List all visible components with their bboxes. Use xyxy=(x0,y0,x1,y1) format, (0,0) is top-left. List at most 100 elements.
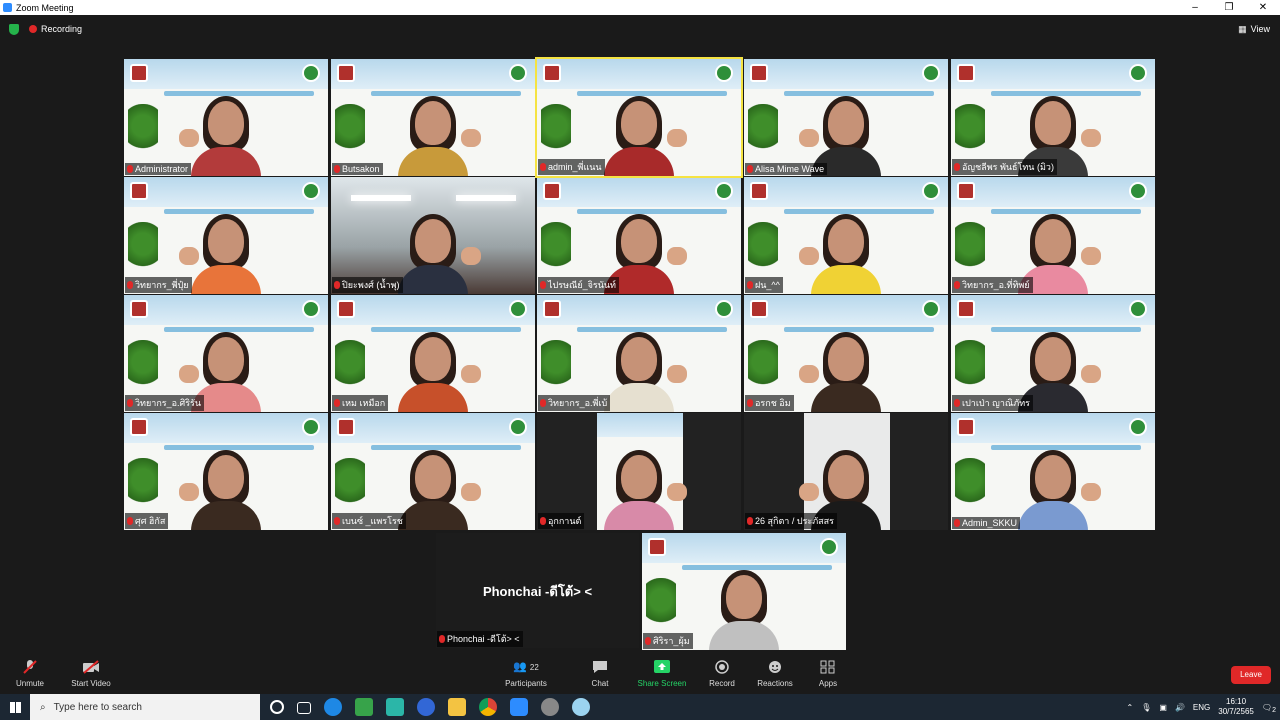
network-icon[interactable]: ▣ xyxy=(1159,703,1167,712)
minimize-button[interactable]: – xyxy=(1178,2,1212,13)
clock-date: 30/7/2565 xyxy=(1218,707,1254,716)
participant-tile[interactable]: admin_พี่แนน xyxy=(535,57,743,178)
mic-tray-icon[interactable]: 🎙 xyxy=(1141,703,1151,712)
slide-date-line xyxy=(784,209,934,214)
chrome-profile-icon[interactable] xyxy=(541,698,559,716)
mic-muted-icon xyxy=(540,163,546,171)
participants-button[interactable]: 👥 22 Participants xyxy=(491,660,561,688)
zoom-taskbar-icon[interactable] xyxy=(510,698,528,716)
participant-name: วิทยากร_อ.พี่เบ้ xyxy=(548,398,608,408)
unmute-label: Unmute xyxy=(15,679,44,688)
chat-button[interactable]: Chat xyxy=(565,660,635,688)
window-title: Zoom Meeting xyxy=(16,2,74,13)
participant-video xyxy=(398,214,468,294)
other-app-icon[interactable] xyxy=(572,698,590,716)
participant-name-tag: Butsakon xyxy=(332,163,383,175)
participant-tile[interactable]: เปาเป่า ญาณิภัทร xyxy=(951,295,1155,412)
participant-name: เปาเป่า ญาณิภัทร xyxy=(962,398,1030,408)
task-view-icon[interactable] xyxy=(297,702,311,714)
slide-header-banner xyxy=(537,295,741,325)
file-explorer-icon[interactable] xyxy=(448,698,466,716)
participant-tile[interactable]: Alisa Mime Wave xyxy=(744,59,948,176)
search-placeholder: Type here to search xyxy=(53,701,142,713)
participant-tile[interactable]: Butsakon xyxy=(331,59,535,176)
participant-name: อุกกานต์ xyxy=(548,516,582,526)
security-shield-icon[interactable] xyxy=(9,23,19,35)
participant-name: วิทยากร_อ.ศิริรัน xyxy=(135,398,202,408)
participant-name-tag: วิทยากร_อ.ที่ทิพย์ xyxy=(952,277,1033,293)
participant-tile[interactable]: อุกกานต์ xyxy=(537,413,741,530)
view-button[interactable]: ▦ View xyxy=(1238,24,1270,35)
participant-name: อรกช อิม xyxy=(755,398,791,408)
participant-name-tag: อรกช อิม xyxy=(745,395,794,411)
participant-tile[interactable]: Admin_SKKU xyxy=(951,413,1155,530)
participant-tile[interactable]: ศิริรา_ผุ้ม xyxy=(642,533,846,650)
participant-name: อัญชลีพร พันธ์โทน (มิว) xyxy=(962,162,1054,172)
heart-hand-gesture xyxy=(461,483,481,501)
participant-video xyxy=(398,450,468,530)
start-video-button[interactable]: Start Video xyxy=(56,660,126,688)
participant-tile[interactable]: ปิยะพงศ์ (น้ำพุ) xyxy=(331,177,535,294)
slide-date-line xyxy=(577,209,727,214)
participant-tile[interactable]: ศุศ ฮิกัส xyxy=(124,413,328,530)
participant-name: admin_พี่แนน xyxy=(548,162,602,172)
slide-date-line xyxy=(784,91,934,96)
heart-hand-gesture xyxy=(179,365,199,383)
participant-tile[interactable]: อรกช อิม xyxy=(744,295,948,412)
volume-icon[interactable]: 🔊 xyxy=(1175,703,1185,712)
slide-date-line xyxy=(991,91,1141,96)
plant-decoration xyxy=(541,340,571,395)
window-controls: – ❐ ✕ xyxy=(1178,2,1280,13)
camtasia-icon[interactable] xyxy=(355,698,373,716)
maximize-button[interactable]: ❐ xyxy=(1212,2,1246,13)
apps-button[interactable]: Apps xyxy=(793,660,863,688)
slide-header-banner xyxy=(124,177,328,207)
participant-tile[interactable]: เหม เหมือก xyxy=(331,295,535,412)
cortana-icon[interactable] xyxy=(270,700,284,714)
language-indicator[interactable]: ENG xyxy=(1193,703,1210,712)
app-s-icon[interactable] xyxy=(417,698,435,716)
edge-icon[interactable] xyxy=(324,698,342,716)
participant-name: Administrator xyxy=(135,164,189,174)
hospital-logo-icon xyxy=(543,64,561,82)
hospital-logo-icon xyxy=(957,418,975,436)
participant-tile[interactable]: เบนซ์ _แพรโรช xyxy=(331,413,535,530)
hospital-logo-icon xyxy=(543,300,561,318)
taskbar-search[interactable]: ⌕ Type here to search xyxy=(30,694,260,720)
mic-muted-icon xyxy=(540,399,546,407)
start-button[interactable] xyxy=(0,694,30,720)
heart-hand-gesture xyxy=(461,247,481,265)
participant-tile[interactable]: วิทยากร_อ.ที่ทิพย์ xyxy=(951,177,1155,294)
participant-tile[interactable]: วิทยากร_พี่ปุ๋ย xyxy=(124,177,328,294)
chat-icon xyxy=(593,661,607,673)
participant-tile[interactable]: ฝน_^^ xyxy=(744,177,948,294)
taskbar-clock[interactable]: 16:10 30/7/2565 xyxy=(1218,697,1254,717)
tray-overflow-icon[interactable]: ⌃ xyxy=(1127,703,1134,712)
slide-date-line xyxy=(371,445,521,450)
participant-tile[interactable]: ไปรษณีย์_จิรนันท์ xyxy=(537,177,741,294)
plant-decoration xyxy=(128,340,158,395)
participant-name-tag: วิทยากร_อ.พี่เบ้ xyxy=(538,395,611,411)
slide-header-banner xyxy=(951,295,1155,325)
participant-tile[interactable]: วิทยากร_อ.ศิริรัน xyxy=(124,295,328,412)
window-titlebar: Zoom Meeting – ❐ ✕ xyxy=(0,0,1280,15)
reactions-icon xyxy=(769,661,781,673)
notification-icon[interactable]: 🗨 2 xyxy=(1262,703,1276,714)
hospital-logo-icon xyxy=(648,538,666,556)
chrome-icon[interactable] xyxy=(479,698,497,716)
ministry-logo-icon xyxy=(922,64,940,82)
windows-taskbar: ⌕ Type here to search ⌃ 🎙 ▣ 🔊 ENG 16:10 … xyxy=(0,694,1280,720)
heart-hand-gesture xyxy=(667,483,687,501)
participant-tile[interactable]: วิทยากร_อ.พี่เบ้ xyxy=(537,295,741,412)
participant-video xyxy=(811,332,881,412)
participant-tile[interactable]: Administrator xyxy=(124,59,328,176)
video-off-icon xyxy=(83,660,99,674)
close-button[interactable]: ✕ xyxy=(1246,2,1280,13)
slack-icon[interactable] xyxy=(386,698,404,716)
participant-tile-name-only[interactable]: Phonchai -ดีโต้> < Phonchai -ดีโต้> < xyxy=(436,533,639,648)
leave-button[interactable]: Leave xyxy=(1231,666,1271,684)
participant-tile[interactable]: อัญชลีพร พันธ์โทน (มิว) xyxy=(951,59,1155,176)
participant-tile[interactable]: 26 สุกิตา / ประภัสสร xyxy=(744,413,948,530)
slide-header-banner xyxy=(744,295,948,325)
heart-hand-gesture xyxy=(1081,129,1101,147)
